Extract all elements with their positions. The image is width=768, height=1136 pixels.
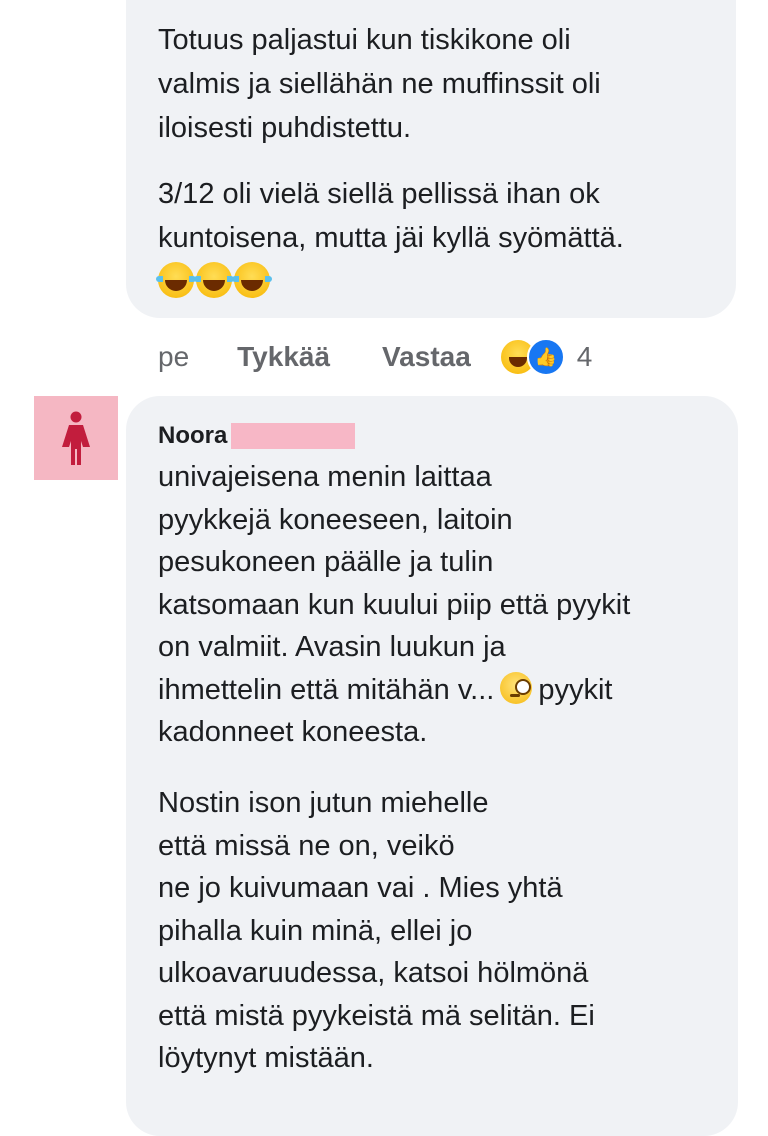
laugh-cry-emoji-icon — [156, 262, 196, 298]
comment-line: että missä ne on, veikö — [158, 829, 455, 862]
comment-line: ulkoavaruudessa, katsoi hölmönä — [158, 957, 589, 989]
comment-paragraph: univajeisena menin laittaa pyykkejä kone… — [158, 456, 728, 754]
comment-line: ihmettelin että mitähän v... pyykit — [158, 669, 728, 712]
laugh-cry-emoji-icon — [232, 262, 272, 298]
comment-line: pyykkejä koneeseen, laitoin — [158, 503, 513, 536]
comment-line: on valmiit. Avasin luukun ja — [158, 631, 506, 663]
female-person-icon — [62, 411, 90, 465]
reactions-summary[interactable]: 👍 4 — [498, 338, 593, 376]
comment-line: pihalla kuin minä, ellei jo — [158, 914, 473, 947]
comment-line: univajeisena menin laittaa — [158, 461, 492, 493]
avatar[interactable] — [34, 396, 118, 480]
reply-button[interactable]: Vastaa — [382, 341, 471, 373]
reaction-count: 4 — [576, 341, 593, 372]
comment-bubble-top: Totuus paljastui kun tiskikone oli valmi… — [126, 0, 736, 318]
comment-line-part: ihmettelin että mitähän v... — [158, 673, 495, 706]
comment-paragraph: Totuus paljastui kun tiskikone oli valmi… — [158, 24, 601, 144]
comment-line: kadonneet koneesta. — [158, 716, 428, 748]
comment-line: löytynyt mistään. — [158, 1042, 374, 1074]
comment-author[interactable]: Noora — [158, 422, 356, 450]
comment-line: ne jo kuivumaan vai . Mies yhtä — [158, 872, 563, 904]
comment-line: Nostin ison jutun miehelle — [158, 787, 489, 819]
comment-actions: pe Tykkää Vastaa 👍 4 — [158, 337, 592, 377]
like-reaction-icon: 👍 — [526, 338, 565, 376]
comment-paragraph: 3/12 oli vielä siellä pellissä ihan ok k… — [158, 178, 624, 254]
comment-line: että mistä pyykeistä mä selitän. Ei — [158, 999, 595, 1032]
comment-line-part: pyykit — [538, 673, 613, 706]
face-with-monocle-emoji-icon — [500, 671, 533, 704]
comment-line: katsomaan kun kuului piip että pyykit — [158, 588, 631, 621]
emoji-row — [156, 262, 272, 298]
like-button[interactable]: Tykkää — [237, 341, 330, 373]
comment-timestamp[interactable]: pe — [158, 341, 189, 373]
comment-line: pesukoneen päälle ja tulin — [158, 546, 494, 578]
redacted-surname — [231, 423, 356, 449]
comment-paragraph: Nostin ison jutun miehelle että missä ne… — [158, 782, 728, 1080]
laugh-cry-emoji-icon — [194, 262, 234, 298]
author-name[interactable]: Noora — [158, 422, 227, 450]
